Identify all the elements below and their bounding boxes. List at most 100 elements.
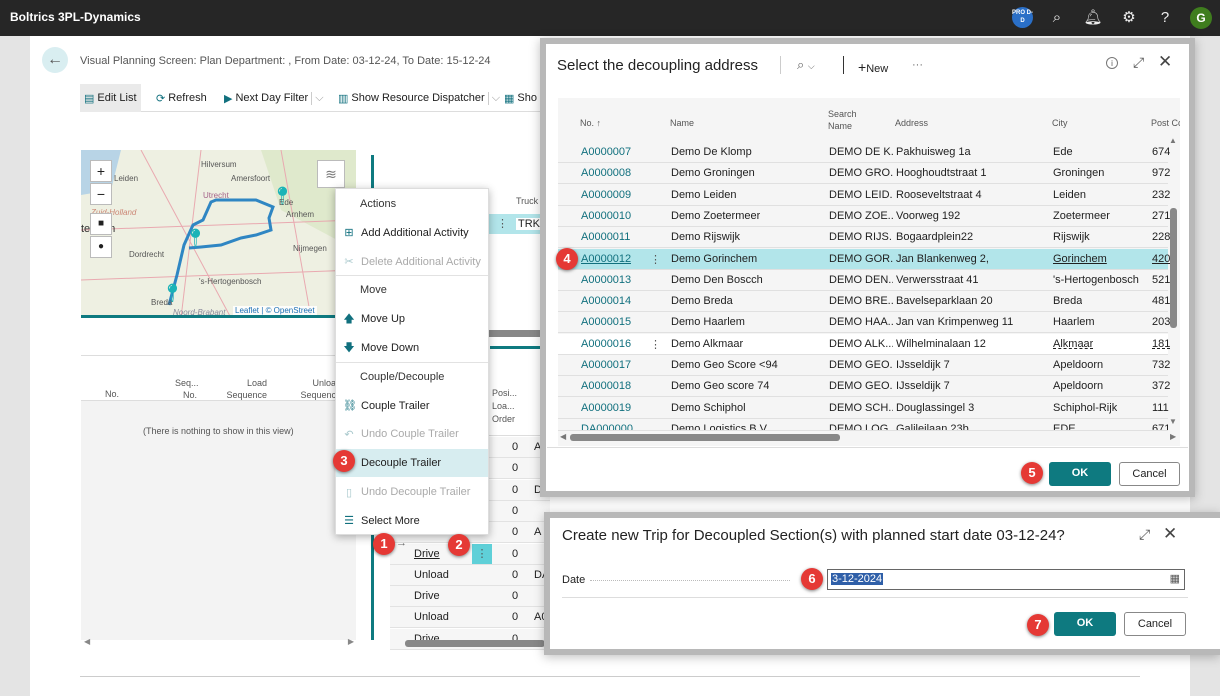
calendar-icon[interactable]: ▦ <box>1170 572 1180 585</box>
table-row[interactable]: A0000009 Demo Leiden DEMO LEID... Roosevelt… <box>558 184 1170 206</box>
column-header-position-load-order[interactable]: Posi... Loa... Order <box>492 387 520 426</box>
no-cell[interactable]: A0000018 <box>581 380 631 392</box>
close-icon[interactable]: ✕ <box>1158 52 1172 72</box>
table-row[interactable]: A0000011 Demo Rijswijk DEMO RIJS... Bogaard… <box>558 227 1170 249</box>
table-row[interactable]: DA000000 Demo Logistics B.V. DEMO LOG... Ga… <box>558 418 1168 431</box>
no-cell[interactable]: A0000009 <box>581 189 631 201</box>
menu-item-add-additional-activity[interactable]: ⊞ Add Additional Activity <box>336 219 488 247</box>
expand-icon[interactable]: ⤢ <box>1133 54 1144 71</box>
column-header[interactable]: Search Name <box>828 108 858 132</box>
table-row[interactable]: A0000019 Demo Schiphol DEMO SCH... Douglass… <box>558 397 1169 419</box>
ok-button[interactable]: OK <box>1054 612 1116 636</box>
route-map[interactable]: 📍︎ 📍︎ 📍︎ Hilversum Amersfoort Leiden Utr… <box>81 150 356 318</box>
table-row[interactable]: A0000014 Demo Breda DEMO BRE... Bavelsepark… <box>558 291 1170 313</box>
menu-item-delete-additional-activity[interactable]: ✂ Delete Additional Activity <box>336 248 488 276</box>
row-menu-icon[interactable]: ⋮ <box>472 543 492 564</box>
layers-icon[interactable]: ≋ <box>317 160 345 188</box>
table-row[interactable]: A0000010 Demo Zoetermeer DEMO ZOE... Voorwe… <box>558 205 1170 227</box>
menu-item-couple-trailer[interactable]: ⛓ Couple Trailer <box>336 392 488 420</box>
column-header[interactable]: City <box>1052 117 1068 129</box>
show-button[interactable]: ▦ Sho <box>504 84 537 112</box>
table-row[interactable]: Drive 0 ⋮ <box>390 543 550 565</box>
no-cell[interactable]: A0000019 <box>581 402 631 414</box>
bell-icon[interactable]: 🔔︎ <box>1083 8 1103 28</box>
close-icon[interactable]: ✕ <box>1163 524 1177 544</box>
environment-badge[interactable]: PRO D-D <box>1012 7 1033 28</box>
info-icon[interactable]: i <box>1106 57 1118 69</box>
column-header[interactable]: Address <box>895 117 928 129</box>
horizontal-scrollbar[interactable] <box>570 434 840 441</box>
table-row[interactable]: Unload 0 DA <box>390 564 550 586</box>
no-cell[interactable]: A0000016 <box>581 338 631 350</box>
column-header[interactable]: Name <box>670 117 694 129</box>
table-row[interactable]: A0000016 Demo Alkmaar DEMO ALK... Wilhelmin… <box>558 333 1170 355</box>
no-cell[interactable]: A0000008 <box>581 167 631 179</box>
leaflet-link[interactable]: Leaflet <box>235 306 259 315</box>
column-header-unload-sequence[interactable]: Unload Sequence <box>291 377 341 401</box>
table-row[interactable]: Unload 0 A0 <box>390 607 550 629</box>
chevron-down-icon[interactable]: ⌵ <box>487 91 500 105</box>
column-header-load-sequence[interactable]: Load Sequence <box>221 377 267 401</box>
avatar[interactable]: G <box>1190 7 1212 29</box>
column-header-seq-no[interactable]: Seq... No. <box>175 377 199 401</box>
help-icon[interactable]: ? <box>1155 8 1175 28</box>
lines-scrollbar[interactable] <box>405 640 545 647</box>
zoom-in-button[interactable]: + <box>90 160 112 182</box>
no-cell[interactable]: A0000012 <box>581 253 631 265</box>
zoom-out-button[interactable]: − <box>90 183 112 205</box>
menu-item-undo-decouple-trailer[interactable]: ▯ Undo Decouple Trailer <box>336 478 488 506</box>
column-header[interactable]: Post Co <box>1151 117 1180 129</box>
no-cell[interactable]: A0000013 <box>581 274 631 286</box>
vertical-scrollbar[interactable] <box>1170 208 1177 328</box>
date-input[interactable]: 3-12-2024 ▦ <box>827 569 1185 590</box>
menu-item-undo-couple-trailer[interactable]: ↶ Undo Couple Trailer <box>336 420 488 448</box>
table-row[interactable]: A0000013 Demo Den Boscch DEMO DEN... Verwer… <box>558 269 1170 291</box>
back-button[interactable]: ← <box>42 47 68 73</box>
no-cell[interactable]: A0000011 <box>581 231 630 243</box>
row-menu-icon[interactable]: ⋮ <box>497 217 508 230</box>
draw-rectangle-button[interactable]: ■ <box>90 213 112 235</box>
menu-item-move-down[interactable]: 🡇 Move Down <box>336 334 488 362</box>
no-cell[interactable]: A0000015 <box>581 316 631 328</box>
refresh-button[interactable]: ⟳ Refresh <box>152 84 211 112</box>
search-icon[interactable]: ⌕ <box>1047 8 1067 28</box>
edit-list-button[interactable]: ▤ Edit List <box>80 84 141 112</box>
horizontal-scrollbar[interactable]: ◀ ▶ <box>84 637 354 647</box>
no-cell[interactable]: A0000010 <box>581 210 631 222</box>
no-cell[interactable]: DA000000 <box>581 423 633 430</box>
no-cell[interactable]: A0000007 <box>581 146 631 158</box>
menu-item-decouple-trailer[interactable]: Decouple Trailer <box>336 449 488 478</box>
row-menu-icon[interactable]: ⋮ <box>650 253 661 266</box>
table-row[interactable]: A0000017 Demo Geo Score <94 DEMO GEO... IJs… <box>558 355 1170 376</box>
table-row[interactable]: A0000012 Demo Gorinchem DEMO GOR... Jan Bla… <box>558 248 1170 270</box>
new-button[interactable]: +New <box>858 59 888 75</box>
show-resource-dispatcher-button[interactable]: ▥ Show Resource Dispatcher ⌵ <box>334 84 504 112</box>
no-cell[interactable]: A0000014 <box>581 295 631 307</box>
gear-icon[interactable]: ⚙ <box>1119 8 1139 28</box>
menu-item-select-more[interactable]: ☰ Select More <box>336 507 488 535</box>
activity-cell[interactable]: Drive <box>414 548 440 560</box>
map-pin-icon[interactable]: 📍︎ <box>184 228 207 249</box>
ok-button[interactable]: OK <box>1049 462 1111 486</box>
search-icon[interactable]: ⌕ ⌵ <box>797 57 815 73</box>
expand-icon[interactable]: ⤢ <box>1139 526 1150 543</box>
cancel-button[interactable]: Cancel <box>1119 462 1180 486</box>
table-row[interactable]: A0000015 Demo Haarlem DEMO HAA... Jan van K… <box>558 312 1170 334</box>
activity-cell[interactable]: Unload <box>414 569 449 581</box>
activity-cell[interactable]: Drive <box>414 590 440 602</box>
table-row[interactable]: Drive 0 <box>390 586 550 608</box>
row-menu-icon[interactable]: ⋮ <box>650 338 661 351</box>
table-row[interactable]: A0000008 Demo Groningen DEMO GRO... Hooghou… <box>558 163 1170 185</box>
table-row[interactable]: A0000018 Demo Geo score 74 DEMO GEO... IJss… <box>558 376 1170 398</box>
next-day-filter-button[interactable]: ▶ Next Day Filter ⌵ <box>220 84 328 112</box>
activity-cell[interactable]: Unload <box>414 611 449 623</box>
cancel-button[interactable]: Cancel <box>1124 612 1186 636</box>
column-header-no[interactable]: No. <box>105 389 119 399</box>
draw-circle-button[interactable]: ● <box>90 236 112 258</box>
no-cell[interactable]: A0000017 <box>581 359 631 371</box>
table-row[interactable]: A0000007 Demo De Klomp DEMO DE K... Pakhuis… <box>558 142 1170 163</box>
chevron-down-icon[interactable]: ⌵ <box>311 91 324 105</box>
column-header[interactable]: No. ↑ <box>580 117 601 129</box>
more-options-icon[interactable]: ··· <box>912 59 923 71</box>
menu-item-move-up[interactable]: 🡅 Move Up <box>336 305 488 333</box>
